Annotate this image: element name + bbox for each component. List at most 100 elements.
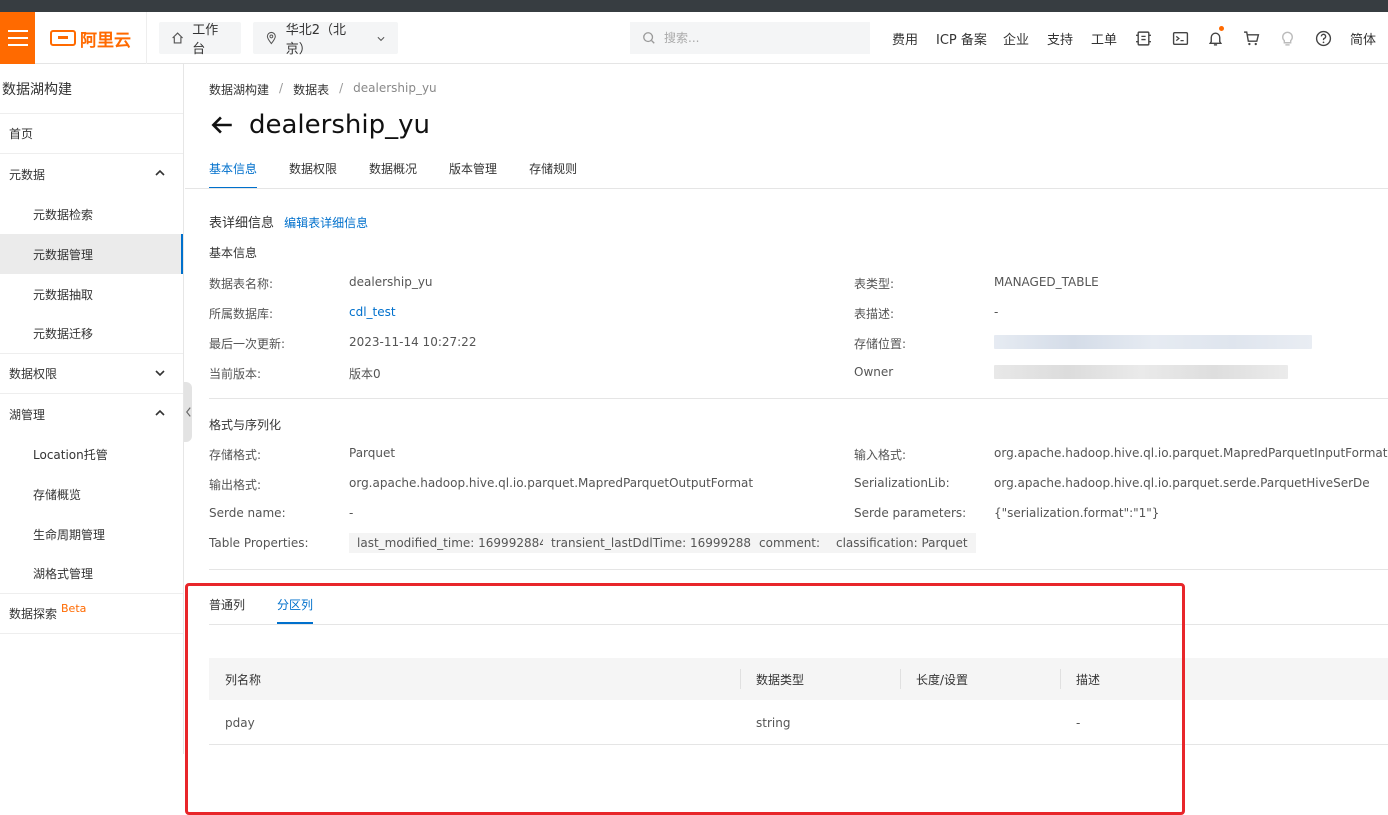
serialization-lib-value: org.apache.hadoop.hive.ql.io.parquet.ser… (994, 476, 1370, 490)
table-type-value: MANAGED_TABLE (994, 275, 1099, 289)
bell-icon[interactable] (1205, 26, 1225, 48)
top-nav-icp: ICP 备案 (936, 12, 987, 64)
owner-redacted (994, 365, 1288, 379)
workbench-label: 工作台 (192, 23, 219, 57)
sidebar-item-permissions[interactable]: 数据权限 (0, 354, 183, 394)
table-name-value: dealership_yu (349, 275, 433, 289)
tab-data-overview[interactable]: 数据概况 (369, 157, 417, 189)
sidebar-subitem-metadata-management[interactable]: 元数据管理 (0, 234, 183, 274)
beta-badge: Beta (61, 602, 87, 615)
top-bar: 阿里云 工作台 华北2（北京） 费用 ICP 备案 企业 支持 工单 (0, 12, 1388, 64)
language-switch[interactable]: 简体 (1350, 29, 1376, 48)
storage-location-label: 存储位置: (854, 337, 907, 351)
column-header: 长度/设置 (916, 672, 969, 687)
breadcrumb-item[interactable]: 数据表 (293, 81, 329, 98)
breadcrumb-separator: / (339, 81, 344, 95)
header-separator (1060, 669, 1061, 689)
version-value: 版本0 (349, 367, 381, 381)
cell-description: - (1076, 716, 1081, 730)
tab-data-permissions[interactable]: 数据权限 (289, 157, 337, 189)
terminal-icon[interactable] (1170, 28, 1190, 48)
table-desc-label: 表描述: (854, 307, 895, 321)
search-box[interactable] (630, 22, 870, 54)
version-label: 当前版本: (209, 367, 262, 381)
sidebar-subitem-metadata-extraction[interactable]: 元数据抽取 (0, 274, 183, 314)
output-format-label: 输出格式: (209, 478, 262, 492)
top-nav-support: 支持 (1047, 12, 1073, 64)
home-icon (172, 32, 183, 44)
sidebar-item-lake-management[interactable]: 湖管理 (0, 394, 183, 434)
top-nav-lang: 简体 (1350, 12, 1376, 64)
top-nav-enterprise: 企业 (1003, 12, 1029, 64)
search-input[interactable] (664, 31, 854, 45)
chevron-up-icon (155, 409, 165, 416)
serde-name-label: Serde name: (209, 506, 286, 520)
location-pin-icon (266, 31, 276, 45)
sidebar-subitem-lifecycle[interactable]: 生命周期管理 (0, 514, 183, 554)
input-format-value: org.apache.hadoop.hive.ql.io.parquet.Map… (994, 446, 1388, 460)
tab-storage-rules[interactable]: 存储规则 (529, 157, 577, 189)
header-separator (900, 669, 901, 689)
nav-link-ticket[interactable]: 工单 (1091, 29, 1117, 48)
breadcrumb-current: dealership_yu (353, 81, 437, 95)
edit-details-link[interactable]: 编辑表详细信息 (284, 216, 368, 230)
sidebar-item-label: 湖管理 (9, 407, 46, 422)
logo-text: 阿里云 (80, 30, 131, 51)
app-icon[interactable] (1133, 28, 1153, 48)
nav-link-fees[interactable]: 费用 (892, 29, 918, 48)
help-icon[interactable] (1313, 28, 1333, 48)
sidebar-item-home[interactable]: 首页 (0, 114, 183, 154)
sidebar-subitem-metadata-migration[interactable]: 元数据迁移 (0, 314, 183, 354)
nav-link-icp[interactable]: ICP 备案 (936, 29, 987, 48)
page-title: dealership_yu (249, 110, 430, 140)
sidebar-item-label: 数据权限 (9, 367, 58, 381)
sidebar: 数据湖构建 首页 元数据 元数据检索 元数据管理 元数据抽取 元数据迁移 数据权… (0, 64, 184, 754)
tab-partition-columns[interactable]: 分区列 (277, 594, 314, 624)
section-divider (209, 398, 1388, 399)
tab-regular-columns[interactable]: 普通列 (209, 594, 245, 624)
property-tag: comment: (751, 533, 829, 553)
sidebar-item-data-explore[interactable]: 数据探索 Beta (0, 594, 183, 634)
aliyun-logo[interactable]: 阿里云 (35, 12, 147, 64)
top-strip (0, 0, 1388, 12)
workbench-button[interactable]: 工作台 (159, 22, 241, 57)
page-title-row: dealership_yu (209, 110, 430, 140)
columns-table-header: 列名称 数据类型 长度/设置 描述 (209, 658, 1388, 700)
detail-heading-row: 表详细信息 编辑表详细信息 (209, 212, 368, 231)
storage-location-redacted (994, 335, 1312, 349)
top-nav-ticket: 工单 (1091, 12, 1117, 64)
sidebar-subitem-lake-format[interactable]: 湖格式管理 (0, 554, 183, 594)
sidebar-subitem-metadata-search[interactable]: 元数据检索 (0, 194, 183, 234)
cart-icon[interactable] (1241, 28, 1261, 48)
basic-info-heading: 基本信息 (209, 246, 258, 260)
cell-data-type: string (756, 716, 791, 730)
search-icon (643, 32, 655, 44)
output-format-value: org.apache.hadoop.hive.ql.io.parquet.Map… (349, 476, 754, 490)
column-header: 列名称 (225, 672, 262, 687)
menu-icon[interactable] (0, 12, 35, 64)
region-selector[interactable]: 华北2（北京） (253, 22, 398, 57)
tab-basic-info[interactable]: 基本信息 (209, 157, 258, 189)
storage-format-label: 存储格式: (209, 448, 262, 462)
table-name-label: 数据表名称: (209, 277, 274, 291)
sidebar-subitem-location-hosting[interactable]: Location托管 (0, 434, 183, 474)
column-header: 描述 (1076, 672, 1101, 687)
nav-link-enterprise[interactable]: 企业 (1003, 29, 1029, 48)
top-nav-links: 费用 (892, 12, 918, 64)
tab-version-management[interactable]: 版本管理 (449, 157, 497, 189)
back-arrow-icon[interactable] (209, 112, 235, 138)
table-desc-value: - (994, 305, 999, 319)
database-link[interactable]: cdl_test (349, 305, 396, 319)
breadcrumb: 数据湖构建 / 数据表 / dealership_yu (209, 81, 437, 98)
owner-label: Owner (854, 365, 894, 379)
storage-format-value: Parquet (349, 446, 396, 460)
nav-link-support[interactable]: 支持 (1047, 29, 1073, 48)
lightbulb-icon[interactable] (1277, 28, 1297, 48)
last-updated-value: 2023-11-14 10:27:22 (349, 335, 477, 349)
column-header: 数据类型 (756, 672, 805, 687)
breadcrumb-item[interactable]: 数据湖构建 (209, 81, 269, 98)
sidebar-item-metadata[interactable]: 元数据 (0, 154, 183, 194)
serde-params-value: {"serialization.format":"1"} (994, 506, 1160, 520)
sidebar-subitem-storage-overview[interactable]: 存储概览 (0, 474, 183, 514)
table-properties-label: Table Properties: (209, 536, 309, 550)
